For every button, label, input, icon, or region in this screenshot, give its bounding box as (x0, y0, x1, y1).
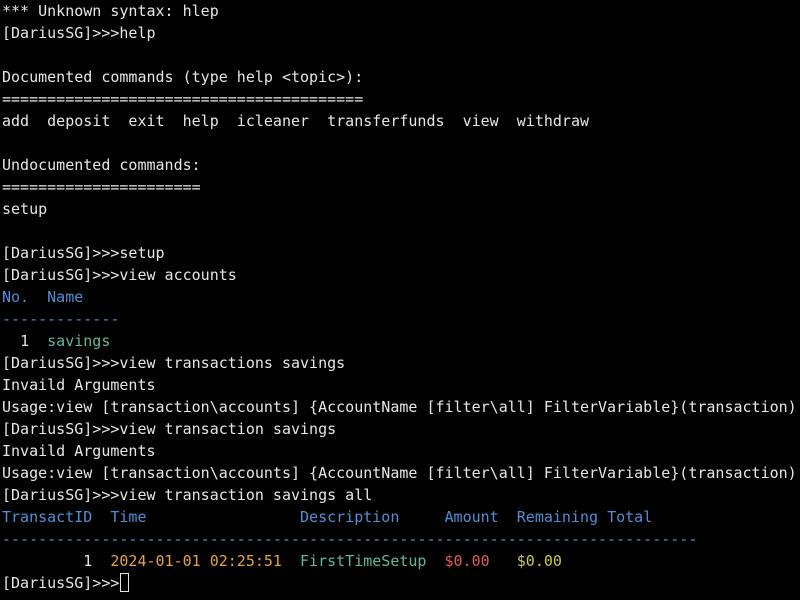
command-text: view transactions savings (119, 354, 346, 372)
command-text: view accounts (119, 266, 237, 284)
prompt: [DariusSG]>>> (2, 24, 120, 42)
output-line: add deposit exit help icleaner transferf… (2, 112, 589, 130)
output-line: Invaild Arguments (2, 376, 156, 394)
account-no: 1 (20, 332, 30, 350)
command-text: view transaction savings (119, 420, 337, 438)
transaction-amount: $0.00 (444, 552, 490, 570)
command-line: [DariusSG]>>>setup (2, 242, 800, 264)
prompt: [DariusSG]>>> (2, 574, 120, 592)
command-text: help (119, 24, 156, 42)
command-text: view transaction savings all (119, 486, 373, 504)
transaction-time: 2024-01-01 02:25:51 (110, 552, 282, 570)
active-command-line[interactable]: [DariusSG]>>> (2, 572, 800, 594)
transaction-id: 1 (83, 552, 93, 570)
command-line: [DariusSG]>>>view accounts (2, 264, 800, 286)
accounts-table-header: No. Name (2, 286, 800, 308)
col-no-header: No. (2, 288, 30, 306)
prompt: [DariusSG]>>> (2, 486, 120, 504)
col-name-header: Name (47, 288, 84, 306)
command-line: [DariusSG]>>>view transaction savings al… (2, 484, 800, 506)
prompt: [DariusSG]>>> (2, 354, 120, 372)
output-line: Documented commands (type help <topic>): (2, 68, 364, 86)
col-amount-header: Amount (444, 508, 499, 526)
prompt: [DariusSG]>>> (2, 420, 120, 438)
output-line: Usage:view [transaction\accounts] {Accou… (2, 464, 797, 482)
output-line: Undocumented commands: (2, 156, 201, 174)
transaction-description: FirstTimeSetup (300, 552, 427, 570)
transactions-table-header: TransactID Time Description Amount Remai… (2, 506, 800, 528)
transaction-remaining-total: $0.00 (516, 552, 562, 570)
col-id-header: TransactID (2, 508, 93, 526)
account-name: savings (47, 332, 111, 350)
output-line: ======================================== (2, 90, 364, 108)
prompt: [DariusSG]>>> (2, 266, 120, 284)
accounts-table-separator: ------------- (2, 310, 120, 328)
command-line: [DariusSG]>>>help (2, 22, 800, 44)
output-line: Invaild Arguments (2, 442, 156, 460)
prompt: [DariusSG]>>> (2, 244, 120, 262)
command-line: [DariusSG]>>>view transactions savings (2, 352, 800, 374)
accounts-table-row: 1 savings (2, 330, 800, 352)
output-line: ====================== (2, 178, 201, 196)
col-desc-header: Description (300, 508, 400, 526)
transactions-table-row: 1 2024-01-01 02:25:51 FirstTimeSetup $0.… (2, 550, 800, 572)
command-line: [DariusSG]>>>view transaction savings (2, 418, 800, 440)
text-cursor[interactable] (120, 573, 130, 592)
command-text: setup (119, 244, 165, 262)
output-line: setup (2, 200, 48, 218)
col-time-header: Time (110, 508, 147, 526)
col-remaining-header: Remaining Total (516, 508, 653, 526)
terminal-window[interactable]: *** Unknown syntax: hlep [DariusSG]>>>he… (0, 0, 800, 600)
output-line: Usage:view [transaction\accounts] {Accou… (2, 398, 797, 416)
transactions-table-separator: ----------------------------------------… (2, 530, 698, 548)
output-line: *** Unknown syntax: hlep (2, 2, 219, 20)
